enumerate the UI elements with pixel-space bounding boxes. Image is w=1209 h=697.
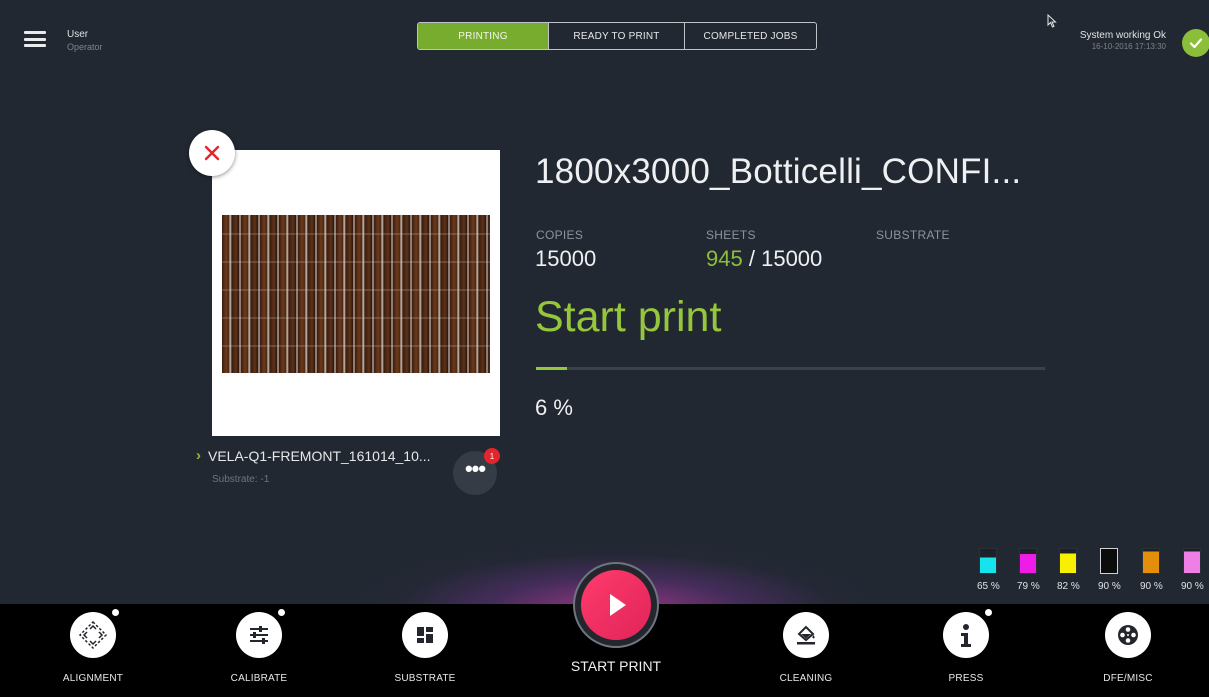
tab-printing[interactable]: PRINTING — [418, 23, 549, 49]
ink-percent: 90 % — [1098, 581, 1121, 592]
alignment-icon — [70, 609, 119, 658]
ink-level: 90 % — [1140, 548, 1163, 592]
ink-level: 79 % — [1017, 548, 1040, 592]
menu-icon[interactable] — [24, 31, 46, 47]
sheets-done: 945 — [706, 246, 743, 271]
ink-percent: 90 % — [1140, 581, 1163, 592]
job-file-row[interactable]: › VELA-Q1-FREMONT_161014_10... — [196, 447, 431, 465]
calibrate-label: CALIBRATE — [230, 673, 288, 684]
alignment-button[interactable]: ALIGNMENT — [33, 609, 153, 684]
indicator-dot — [985, 609, 992, 616]
status-text: System working Ok — [1079, 30, 1166, 41]
paint-bucket-icon — [783, 612, 829, 658]
ink-bar — [1183, 548, 1201, 574]
ink-level: 82 % — [1057, 548, 1080, 592]
system-status: System working Ok 16-10-2016 17:13:30 — [1052, 30, 1166, 52]
ink-percent: 65 % — [977, 581, 1000, 592]
chevron-right-icon: › — [196, 447, 201, 464]
alignment-label: ALIGNMENT — [62, 673, 124, 684]
indicator-dot — [278, 609, 285, 616]
job-file-name: VELA-Q1-FREMONT_161014_10... — [208, 448, 431, 464]
press-label: PRESS — [948, 673, 984, 684]
cleaning-button[interactable]: CLEANING — [746, 612, 866, 684]
ink-level: 65 % — [977, 548, 1000, 592]
play-icon — [581, 570, 651, 640]
substrate-icon — [402, 612, 448, 658]
cleaning-label: CLEANING — [779, 673, 833, 684]
indicator-dot — [112, 609, 119, 616]
start-print-button[interactable] — [573, 562, 659, 648]
print-state: Start print — [535, 293, 722, 341]
sheets-total: 15000 — [761, 246, 823, 271]
mouse-cursor-icon — [1047, 14, 1057, 28]
progress-bar — [536, 367, 1045, 370]
job-file-substrate: Substrate: -1 — [212, 474, 270, 485]
press-button[interactable]: PRESS — [906, 609, 1026, 684]
ink-bar — [1100, 548, 1118, 574]
user-info[interactable]: User Operator — [67, 29, 103, 53]
more-icon: ••• — [464, 456, 486, 481]
check-icon[interactable] — [1182, 29, 1209, 57]
ink-percent: 82 % — [1057, 581, 1080, 592]
substrate-button[interactable]: SUBSTRATE — [365, 612, 485, 684]
user-role: Operator — [67, 42, 103, 52]
sheets-value: 945 / 15000 — [706, 246, 822, 272]
job-title: 1800x3000_Botticelli_CONFI... — [535, 152, 1022, 191]
sliders-icon — [236, 609, 285, 658]
ink-bar — [979, 548, 997, 574]
user-name: User — [67, 29, 89, 40]
job-thumbnail[interactable] — [212, 150, 500, 436]
calibrate-button[interactable]: CALIBRATE — [199, 609, 319, 684]
status-time: 16-10-2016 17:13:30 — [1091, 42, 1166, 51]
substrate-label-toolbar: SUBSTRATE — [394, 673, 456, 684]
ink-bar — [1142, 548, 1160, 574]
info-icon — [943, 609, 992, 658]
film-reel-icon — [1105, 612, 1151, 658]
ink-bar — [1059, 548, 1077, 574]
progress-fill — [536, 367, 567, 370]
ink-level: 90 % — [1181, 548, 1204, 592]
tab-ready-to-print[interactable]: READY TO PRINT — [549, 23, 685, 49]
progress-percent: 6 % — [535, 395, 573, 420]
ink-percent: 90 % — [1181, 581, 1204, 592]
cancel-job-button[interactable] — [189, 130, 235, 176]
close-icon — [204, 145, 220, 161]
notification-badge: 1 — [484, 448, 500, 464]
start-print-label: START PRINT — [570, 658, 662, 674]
dfe-misc-button[interactable]: DFE/MISC — [1068, 612, 1188, 684]
sheets-label: SHEETS — [706, 228, 756, 242]
ink-level: 90 % — [1098, 548, 1121, 592]
dfe-misc-label: DFE/MISC — [1103, 673, 1153, 684]
job-tabs: PRINTING READY TO PRINT COMPLETED JOBS — [417, 22, 817, 50]
job-preview-image — [222, 215, 490, 373]
copies-value: 15000 — [535, 246, 597, 271]
copies-label: COPIES — [536, 228, 584, 242]
tab-completed-jobs[interactable]: COMPLETED JOBS — [685, 23, 816, 49]
substrate-label: SUBSTRATE — [876, 228, 950, 242]
sheets-separator: / — [748, 246, 755, 271]
ink-percent: 79 % — [1017, 581, 1040, 592]
ink-bar — [1019, 548, 1037, 574]
